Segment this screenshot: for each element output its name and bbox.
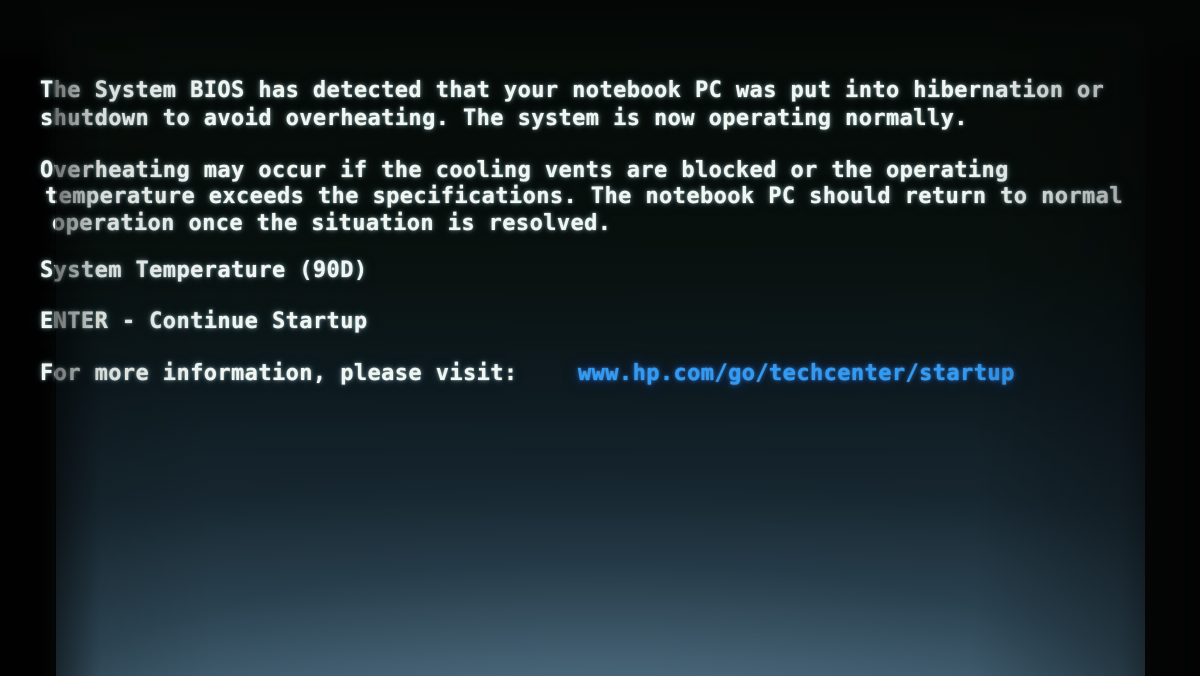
notice-paragraph2-line3: operation once the situation is resolved… — [52, 211, 612, 236]
more-information-label: For more information, please visit: — [40, 361, 518, 386]
continue-startup-prompt[interactable]: ENTER - Continue Startup — [40, 309, 367, 334]
notice-paragraph1-line1: The System BIOS has detected that your n… — [40, 78, 1105, 103]
notice-paragraph2-line2: temperature exceeds the specifications. … — [45, 184, 1123, 209]
system-temperature-readout: System Temperature (90D) — [40, 258, 368, 283]
bios-message-area: The System BIOS has detected that your n… — [0, 0, 1200, 676]
notice-paragraph1-line2: shutdown to avoid overheating. The syste… — [40, 106, 968, 131]
support-url-link[interactable]: www.hp.com/go/techcenter/startup — [578, 361, 1015, 386]
bios-thermal-warning-screen: The System BIOS has detected that your n… — [0, 0, 1200, 676]
notice-paragraph2-line1: Overheating may occur if the cooling ven… — [40, 158, 1009, 183]
